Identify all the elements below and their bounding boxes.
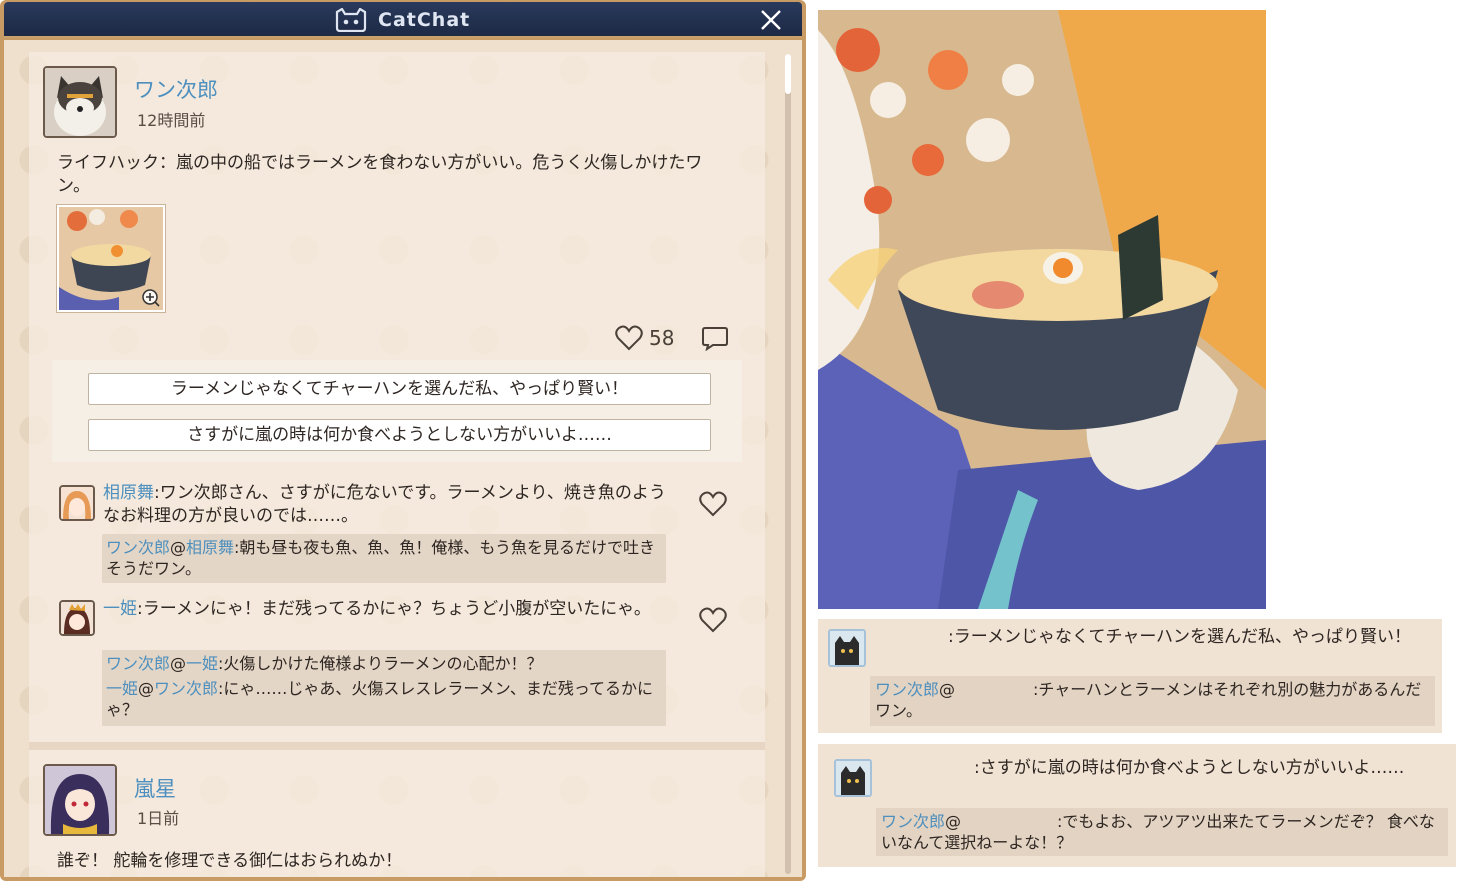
chat-message: :さすがに嵐の時は何か食べようとしない方がいいよ……	[974, 758, 1405, 778]
chat-message: :ラーメンじゃなくてチャーハンを選んだ私、やっぱり賢い！	[948, 627, 1412, 647]
dog-avatar-icon	[45, 68, 115, 136]
reply-at: @	[939, 680, 956, 699]
reply-to[interactable]: 相原舞	[186, 538, 234, 557]
cat-avatar-icon	[830, 631, 864, 665]
avatar-wanjiro[interactable]	[43, 66, 117, 138]
comment-author[interactable]: 相原舞	[103, 483, 154, 503]
sub-reply: ワン次郎@相原舞:朝も昼も夜も魚、魚、魚！俺様、もう魚を見るだけで吐きそうだワン…	[102, 534, 666, 583]
player-avatar	[828, 629, 866, 667]
reply-from[interactable]: ワン次郎	[881, 812, 945, 831]
quick-reply-box: ラーメンじゃなくてチャーハンを選んだ私、やっぱり賢い！ さすがに嵐の時は何か食べ…	[52, 360, 742, 462]
close-icon[interactable]	[758, 7, 784, 33]
reply-from[interactable]: ワン次郎	[875, 680, 939, 699]
reply-from[interactable]: 一姫	[106, 679, 138, 698]
post-time: 1日前	[137, 809, 180, 828]
post-body: 誰ぞ！ 舵輪を修理できる御仁はおられぬか！	[57, 851, 403, 871]
post-image-thumbnail[interactable]	[57, 205, 165, 312]
app-title-text: CatChat	[378, 9, 471, 31]
girl-avatar-icon	[61, 602, 93, 634]
comment-author[interactable]: 一姫	[103, 599, 137, 619]
reply-text: :チャーハンとラーメンはそれぞれ別の魅力があるんだワン。	[875, 680, 1422, 720]
post-time: 12時間前	[137, 111, 206, 130]
avatar-aihara-mai[interactable]	[59, 485, 95, 521]
scroll-thumb[interactable]	[785, 54, 791, 94]
person-avatar-icon	[45, 766, 115, 834]
title-bar: CatChat	[4, 2, 802, 38]
chat-panel-1: :ラーメンじゃなくてチャーハンを選んだ私、やっぱり賢い！ ワン次郎@:チャーハン…	[818, 619, 1442, 733]
cat-avatar-icon	[836, 761, 870, 795]
reply-from[interactable]: ワン次郎	[106, 538, 170, 557]
chat-reply: ワン次郎@:チャーハンとラーメンはそれぞれ別の魅力があるんだワン。	[870, 676, 1435, 726]
post-divider	[29, 742, 765, 750]
sub-reply: 一姫@ワン次郎:にゃ……じゃあ、火傷スレスレラーメン、まだ残ってるかにゃ？	[106, 679, 654, 719]
comment-icon[interactable]	[701, 325, 729, 351]
post-author[interactable]: ワン次郎	[134, 74, 218, 104]
zoom-in-icon[interactable]	[141, 288, 161, 308]
reply-at: @	[945, 812, 962, 831]
avatar-ransei[interactable]	[43, 764, 117, 836]
reply-to[interactable]: 一姫	[186, 654, 218, 673]
like-count: 58	[649, 326, 675, 350]
girl-avatar-icon	[61, 487, 93, 519]
comment-body: :ラーメンにゃ！まだ残ってるかにゃ？ちょうど小腹が空いたにゃ。	[137, 599, 651, 619]
ramen-artwork	[818, 10, 1266, 609]
cat-logo-icon	[335, 8, 367, 32]
post-body: ライフハック：嵐の中の船ではラーメンを食わない方がいい。危うく火傷しかけたワン。	[57, 153, 703, 196]
scrollbar[interactable]	[785, 54, 791, 874]
sub-reply-group: ワン次郎@一姫:火傷しかけた俺様よりラーメンの心配か！？ 一姫@ワン次郎:にゃ……	[102, 650, 666, 726]
reply-from[interactable]: ワン次郎	[106, 654, 170, 673]
app-title: CatChat	[334, 8, 470, 32]
feed-area[interactable]: ワン次郎 12時間前 ライフハック：嵐の中の船ではラーメンを食わない方がいい。危…	[4, 40, 802, 877]
reply-option-2[interactable]: さすがに嵐の時は何か食べようとしない方がいいよ……	[88, 419, 711, 451]
avatar-ichihime[interactable]	[59, 600, 95, 636]
heart-icon[interactable]	[699, 491, 727, 517]
ramen-illustration	[818, 10, 1266, 609]
comment-2: 一姫:ラーメンにゃ！まだ残ってるかにゃ？ちょうど小腹が空いたにゃ。	[103, 598, 678, 621]
reply-option-1[interactable]: ラーメンじゃなくてチャーハンを選んだ私、やっぱり賢い！	[88, 373, 711, 405]
comment-1: 相原舞:ワン次郎さん、さすがに危ないです。ラーメンより、焼き魚のようなお料理の方…	[103, 482, 673, 528]
chat-reply: ワン次郎@:でもよお、アツアツ出来たてラーメンだぞ？ 食べないなんて選択ねーよな…	[876, 808, 1448, 856]
post-author[interactable]: 嵐星	[134, 773, 176, 803]
reply-text: :火傷しかけた俺様よりラーメンの心配か！？	[218, 654, 543, 673]
reply-to[interactable]: ワン次郎	[154, 679, 218, 698]
reply-text: :でもよお、アツアツ出来たてラーメンだぞ？ 食べないなんて選択ねーよな！？	[881, 812, 1435, 852]
catchat-window: CatChat ワン次郎 12時間前 ライフハック：嵐の中の船ではラーメンを食わ…	[0, 0, 806, 881]
chat-panel-2: :さすがに嵐の時は何か食べようとしない方がいいよ…… ワン次郎@:でもよお、アツ…	[818, 744, 1456, 867]
player-avatar	[834, 759, 872, 797]
heart-icon[interactable]	[699, 607, 727, 633]
sub-reply: ワン次郎@一姫:火傷しかけた俺様よりラーメンの心配か！？	[106, 654, 543, 673]
heart-icon[interactable]	[615, 325, 643, 351]
comment-body: :ワン次郎さん、さすがに危ないです。ラーメンより、焼き魚のようなお料理の方が良い…	[103, 483, 666, 526]
like-control[interactable]: 58	[615, 325, 674, 351]
